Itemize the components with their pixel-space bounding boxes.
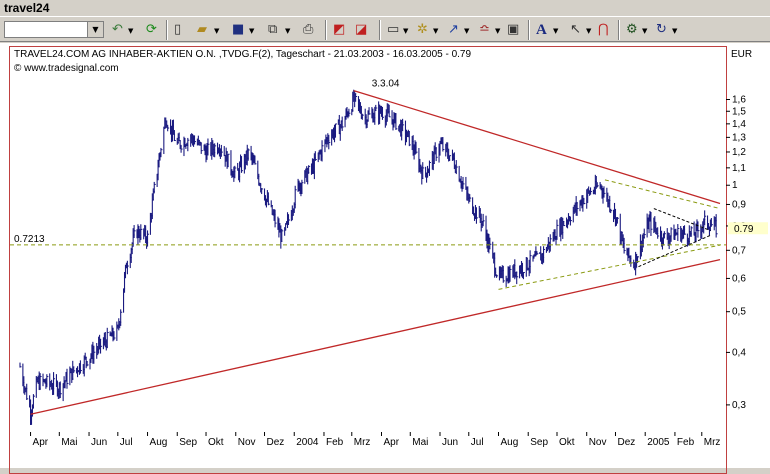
chevron-down-icon[interactable]: ▼ [553,21,558,39]
x-tick-label: Aug [500,437,518,448]
magnet-icon[interactable]: ⋂ [598,21,609,39]
x-tick-label: Nov [589,437,607,448]
y-tick-label: 1,5 [732,106,746,117]
print-icon[interactable]: ⎙ [303,21,313,39]
x-tick-label: Apr [384,437,400,448]
x-tick-label: Apr [33,437,49,448]
hline-label: 0.7213 [14,234,45,245]
settings-icon[interactable]: ⚙ [626,21,638,39]
x-tick-label: Okt [208,437,224,448]
chevron-down-icon[interactable]: ▼ [464,21,469,39]
y-tick-label: 1 [732,180,738,191]
chevron-down-icon[interactable]: ▼ [214,21,219,39]
new-icon[interactable]: ▯ [174,21,181,39]
x-tick-label: Jul [120,437,133,448]
chart-area[interactable]: TRAVEL24.COM AG INHABER-AKTIEN O.N. ,TVD… [0,43,770,474]
x-tick-label: Dez [617,437,635,448]
toolbar-separator [379,20,381,40]
chevron-down-icon[interactable]: ▼ [642,21,647,39]
last-price-label: 0.79 [734,224,754,235]
x-tick-label: Sep [530,437,548,448]
price-chart[interactable]: 1,61,51,41,31,21,110,90,80,70,60,50,40,3… [0,43,770,468]
y-tick-label: 1,4 [732,119,746,130]
x-tick-label: Feb [677,437,695,448]
chevron-down-icon[interactable]: ▼ [672,21,677,39]
trend-line-resistance [353,89,721,205]
y-tick-label: 0,4 [732,347,746,358]
chevron-down-icon[interactable]: ▼ [433,21,438,39]
x-tick-label: Mrz [704,437,721,448]
x-tick-label: Mai [61,437,77,448]
x-tick-label: 2004 [296,437,319,448]
x-tick-label: Sep [179,437,197,448]
text-icon[interactable]: A [536,21,547,39]
refresh-icon[interactable]: ⟳ [146,21,157,39]
toolbar: ▼ ↶ ▼ ⟳ ▯ ▰ ▼ ■ ▼ ⧉ ▼ ⎙ ◩ ◪ ▭ ▼ ✲ ▼ ↗ ▼ … [0,16,770,42]
copy-icon[interactable]: ⧉ [268,21,277,39]
toolbar-separator [325,20,327,40]
toolbar-separator [528,20,530,40]
save-icon[interactable]: ■ [232,21,244,39]
y-tick-label: 0,3 [732,400,746,411]
x-tick-label: Nov [238,437,256,448]
scale-icon[interactable]: ≏ [479,21,490,39]
chart-compare-icon[interactable]: ◪ [355,21,367,39]
y-tick-label: 1,1 [732,163,746,174]
undo-icon[interactable]: ↶ [112,21,123,39]
x-tick-label: Jun [91,437,107,448]
chevron-down-icon[interactable]: ▼ [249,21,254,39]
drawing-icon[interactable]: ↗ [448,21,459,39]
window-title: travel24 [4,1,50,15]
chart-icon[interactable]: ◩ [333,21,345,39]
cursor-icon[interactable]: ↖ [570,21,581,39]
y-tick-label: 1,6 [732,94,746,105]
x-tick-label: Mai [412,437,428,448]
wedge-resistance-line [653,208,711,232]
chevron-down-icon[interactable]: ▼ [403,21,408,39]
trend-line-support [30,259,721,415]
x-tick-label: Dez [267,437,285,448]
y-tick-label: 1,3 [732,132,746,143]
x-tick-label: Mrz [354,437,371,448]
chevron-down-icon[interactable]: ▼ [586,21,591,39]
y-tick-label: 0,6 [732,273,746,284]
x-tick-label: Jun [442,437,458,448]
peak-annotation: 3.3.04 [372,79,400,90]
reload-icon[interactable]: ↻ [656,21,667,39]
x-tick-label: Feb [326,437,344,448]
toolbar-separator [166,20,168,40]
layout-icon[interactable]: ▭ [387,21,399,39]
indicator-icon[interactable]: ✲ [417,21,428,39]
x-tick-label: Okt [559,437,575,448]
chevron-down-icon[interactable]: ▼ [285,21,290,39]
wedge-support-line [638,234,711,268]
y-tick-label: 0,7 [732,245,746,256]
x-tick-label: Jul [471,437,484,448]
y-tick-label: 0,5 [732,307,746,318]
chevron-down-icon[interactable]: ▼ [128,21,133,39]
properties-icon[interactable]: ▣ [507,21,519,39]
y-tick-label: 0,9 [732,199,746,210]
y-tick-label: 1,2 [732,147,746,158]
x-tick-label: Aug [150,437,168,448]
chevron-down-icon[interactable]: ▼ [87,22,103,37]
open-icon[interactable]: ▰ [197,21,207,39]
toolbar-separator [618,20,620,40]
chevron-down-icon[interactable]: ▼ [495,21,500,39]
x-tick-label: 2005 [647,437,670,448]
symbol-combo[interactable]: ▼ [4,21,104,38]
inner-resistance-line [604,179,721,210]
